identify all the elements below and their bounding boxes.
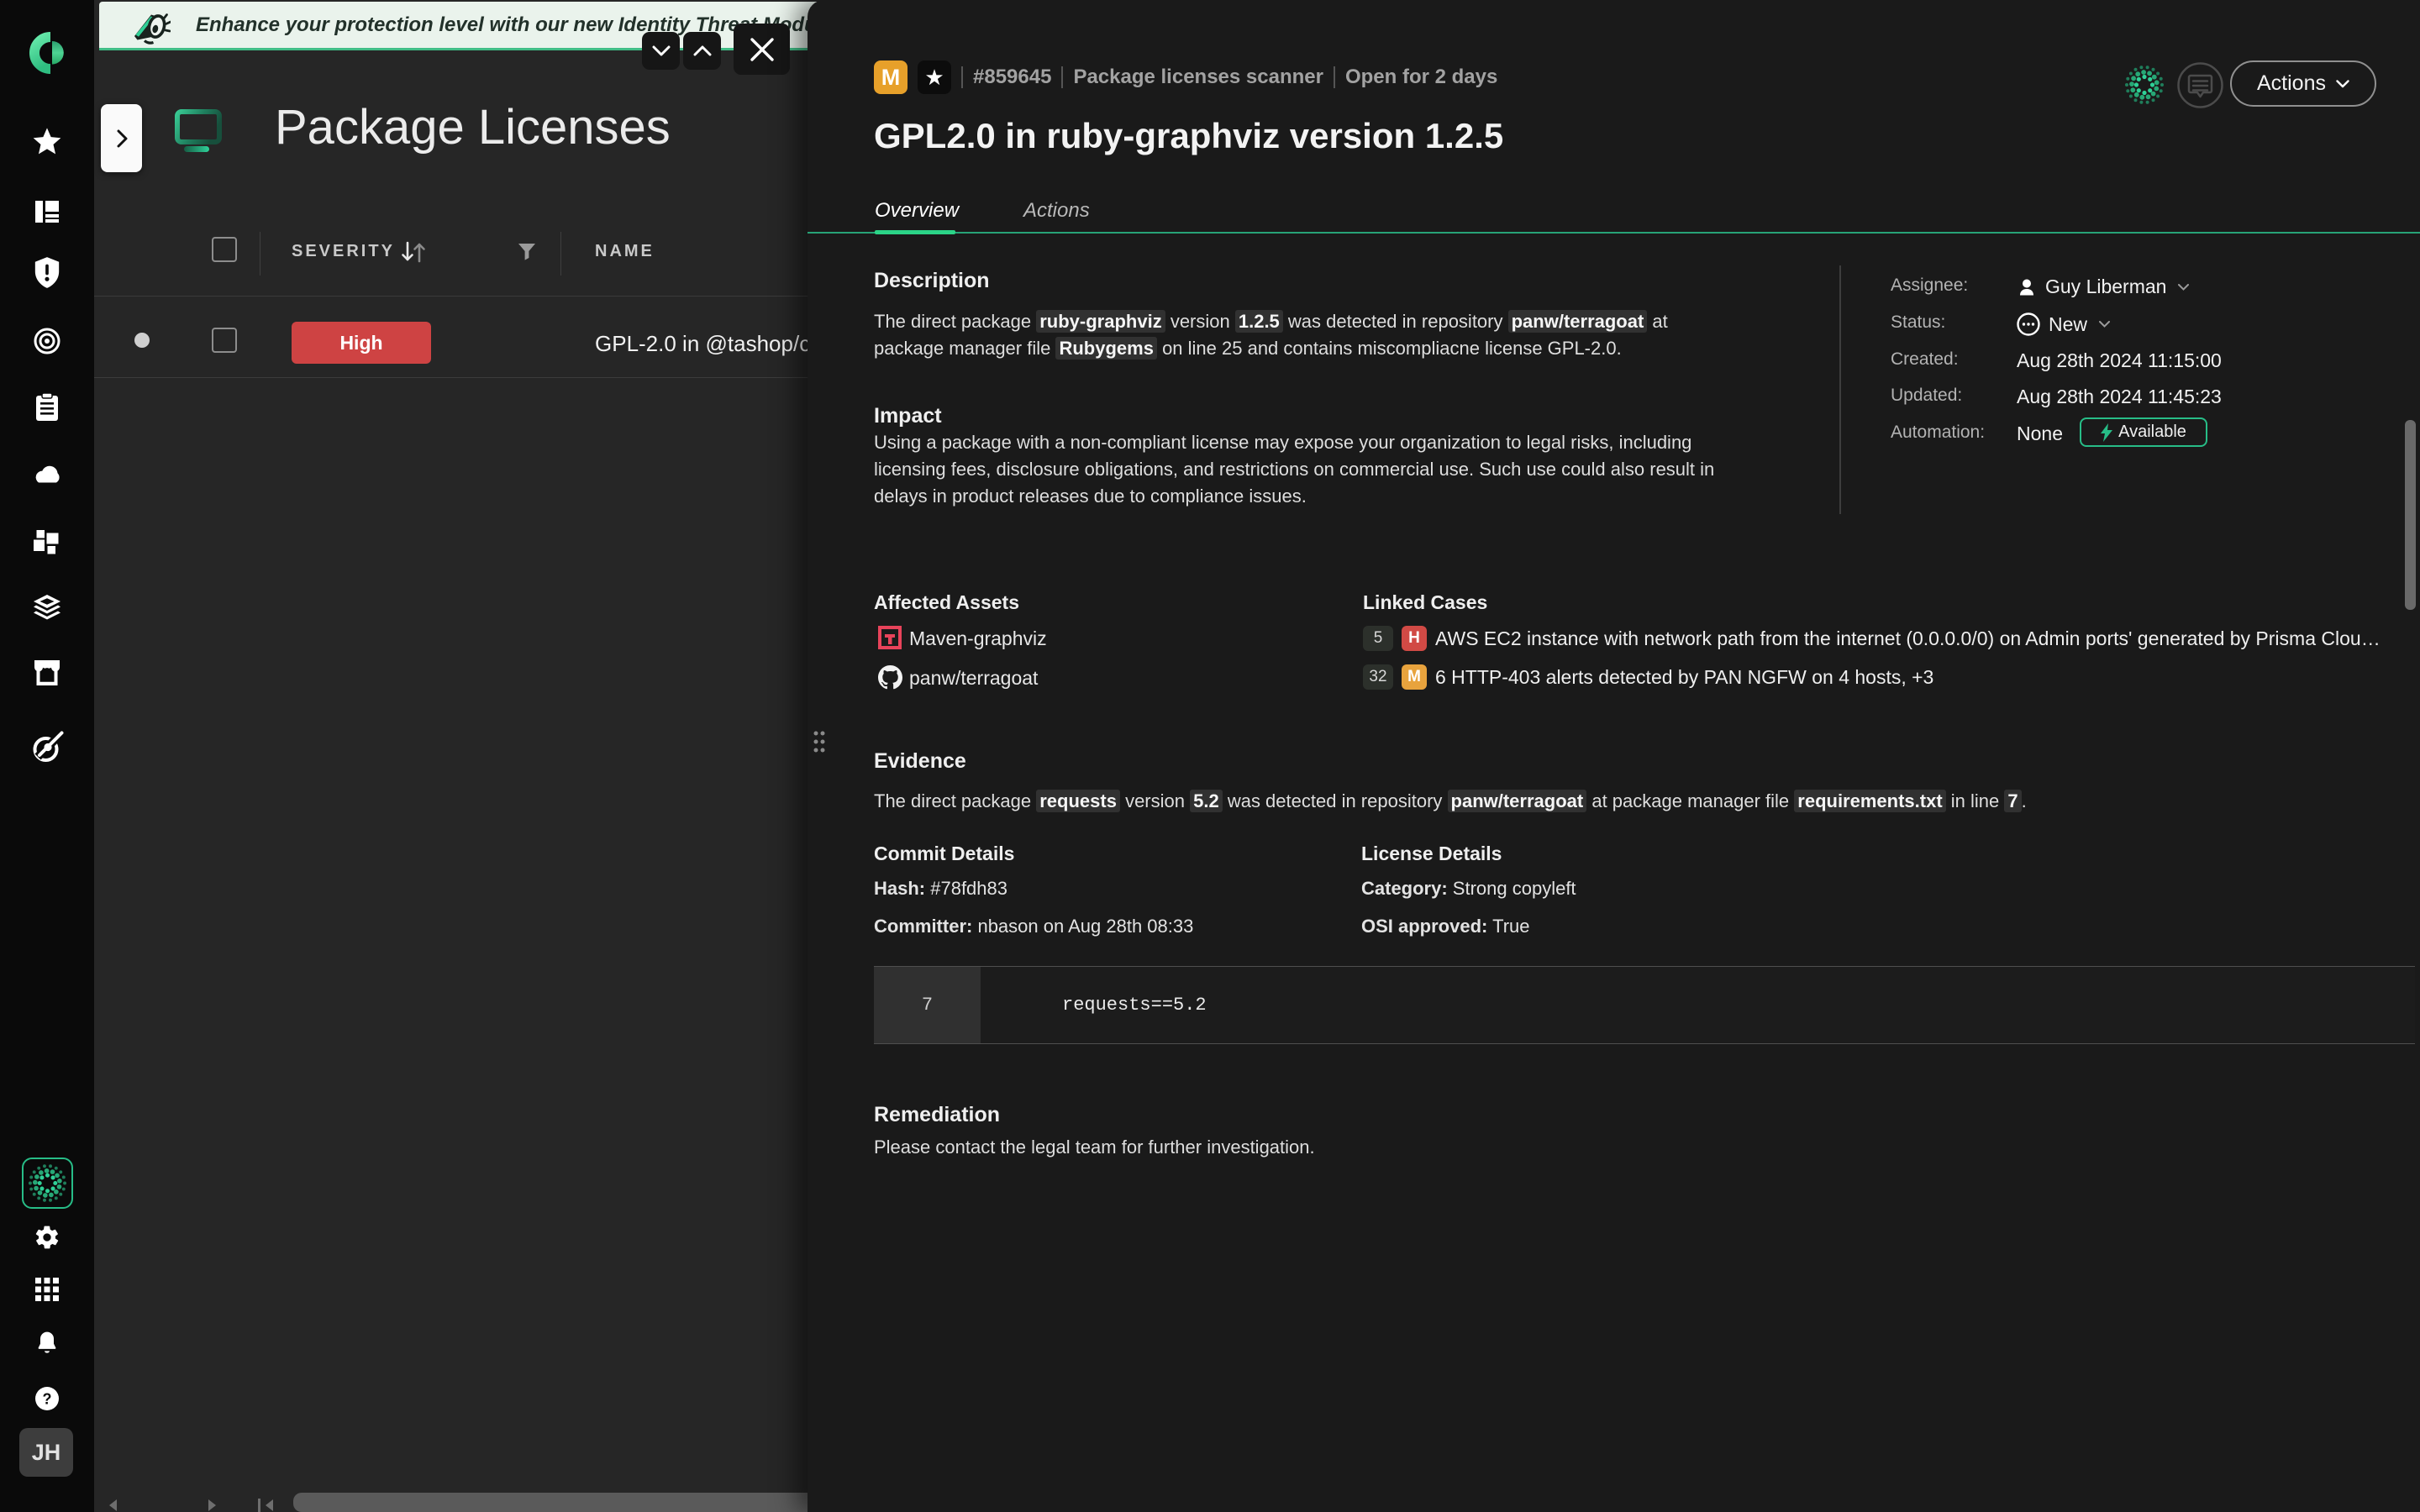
svg-text:?: ? (43, 1391, 52, 1408)
